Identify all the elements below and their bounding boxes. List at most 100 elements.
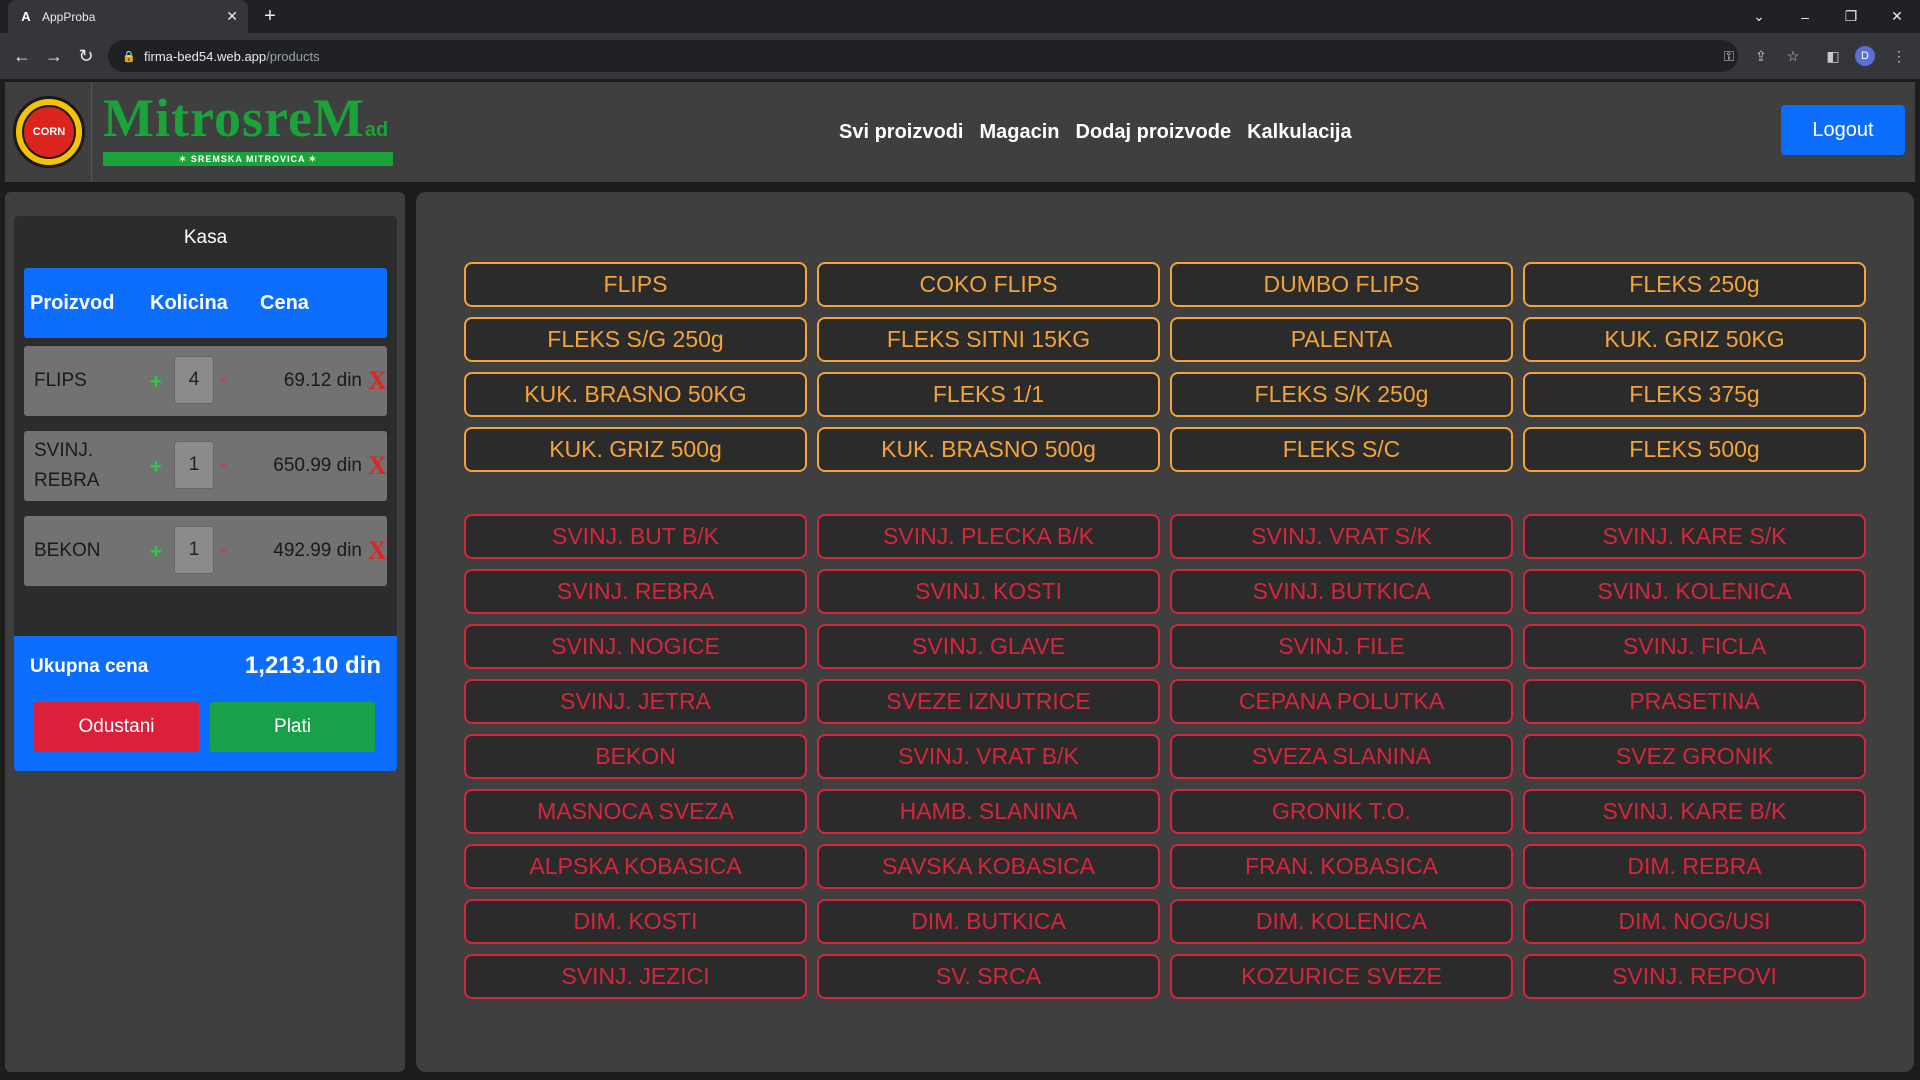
product-button[interactable]: MASNOCA SVEZA	[464, 789, 807, 834]
product-button[interactable]: SVINJ. PLECKA B/K	[817, 514, 1160, 559]
side-panel-icon[interactable]: ◧	[1822, 45, 1844, 67]
product-button[interactable]: KUK. GRIZ 500g	[464, 427, 807, 472]
product-button[interactable]: SV. SRCA	[817, 954, 1160, 999]
browser-menu-icon[interactable]: ⋮	[1888, 45, 1910, 67]
product-button[interactable]: KUK. BRASNO 50KG	[464, 372, 807, 417]
forward-icon[interactable]: →	[40, 42, 68, 70]
product-button[interactable]: SVINJ. KOLENICA	[1523, 569, 1866, 614]
product-button[interactable]: FLIPS	[464, 262, 807, 307]
product-button[interactable]: SVINJ. REPOVI	[1523, 954, 1866, 999]
decrease-qty-button[interactable]: -	[220, 454, 227, 477]
address-bar[interactable]: 🔒 firma-bed54.web.app /products	[108, 40, 1738, 72]
product-button[interactable]: SVINJ. KARE S/K	[1523, 514, 1866, 559]
minimize-icon[interactable]: –	[1782, 0, 1828, 33]
nav-magacin[interactable]: Magacin	[979, 121, 1059, 144]
product-button[interactable]: SVINJ. JETRA	[464, 679, 807, 724]
browser-tab[interactable]: A AppProba ✕	[8, 0, 248, 33]
cart-row: BEKON + 1 - 492.99 din X	[24, 516, 387, 586]
product-button[interactable]: SAVSKA KOBASICA	[817, 844, 1160, 889]
product-button[interactable]: KOZURICE SVEZE	[1170, 954, 1513, 999]
product-button[interactable]: KUK. GRIZ 50KG	[1523, 317, 1866, 362]
product-button[interactable]: SVINJ. JEZICI	[464, 954, 807, 999]
product-button[interactable]: PRASETINA	[1523, 679, 1866, 724]
product-button[interactable]: FLEKS S/C	[1170, 427, 1513, 472]
product-button[interactable]: COKO FLIPS	[817, 262, 1160, 307]
product-button[interactable]: GRONIK T.O.	[1170, 789, 1513, 834]
cart-item-price: 650.99 din	[273, 455, 362, 476]
product-button[interactable]: FLEKS S/K 250g	[1170, 372, 1513, 417]
product-button[interactable]: FLEKS 250g	[1523, 262, 1866, 307]
product-button[interactable]: BEKON	[464, 734, 807, 779]
product-button[interactable]: SVINJ. GLAVE	[817, 624, 1160, 669]
total-label: Ukupna cena	[30, 656, 149, 677]
cancel-button[interactable]: Odustani	[34, 702, 199, 752]
window-close-icon[interactable]: ✕	[1874, 0, 1920, 33]
key-icon[interactable]: ⚿	[1718, 45, 1740, 67]
product-button[interactable]: SVINJ. FILE	[1170, 624, 1513, 669]
logout-button[interactable]: Logout	[1781, 105, 1905, 155]
quantity-field[interactable]: 1	[174, 441, 214, 489]
nav-dodaj-proizvode[interactable]: Dodaj proizvode	[1076, 121, 1232, 144]
product-button[interactable]: FLEKS 500g	[1523, 427, 1866, 472]
product-button[interactable]: SVINJ. NOGICE	[464, 624, 807, 669]
tab-search-icon[interactable]: ⌄	[1736, 0, 1782, 33]
cart-item-price: 492.99 din	[273, 540, 362, 561]
product-button[interactable]: SVINJ. BUTKICA	[1170, 569, 1513, 614]
remove-item-button[interactable]: X	[368, 366, 387, 396]
product-button[interactable]: ALPSKA KOBASICA	[464, 844, 807, 889]
browser-tabbar: A AppProba ✕ + ⌄ – ❐ ✕	[0, 0, 1920, 33]
product-button[interactable]: CEPANA POLUTKA	[1170, 679, 1513, 724]
remove-item-button[interactable]: X	[368, 451, 387, 481]
product-button[interactable]: FLEKS SITNI 15KG	[817, 317, 1160, 362]
restore-icon[interactable]: ❐	[1828, 0, 1874, 33]
product-button[interactable]: KUK. BRASNO 500g	[817, 427, 1160, 472]
product-button[interactable]: DIM. KOLENICA	[1170, 899, 1513, 944]
product-button[interactable]: DIM. KOSTI	[464, 899, 807, 944]
share-icon[interactable]: ⇪	[1750, 45, 1772, 67]
quantity-field[interactable]: 4	[174, 356, 214, 404]
product-button[interactable]: SVEZA SLANINA	[1170, 734, 1513, 779]
pay-button[interactable]: Plati	[210, 702, 375, 752]
profile-avatar[interactable]: D	[1855, 46, 1875, 66]
kasa-table-header: Proizvod Kolicina Cena	[24, 268, 387, 338]
product-button[interactable]: SVEZE IZNUTRICE	[817, 679, 1160, 724]
product-button[interactable]: HAMB. SLANINA	[817, 789, 1160, 834]
column-proizvod: Proizvod	[30, 291, 115, 314]
remove-item-button[interactable]: X	[368, 536, 387, 566]
product-button[interactable]: SVINJ. REBRA	[464, 569, 807, 614]
product-button[interactable]: FLEKS 375g	[1523, 372, 1866, 417]
increase-qty-button[interactable]: +	[150, 541, 162, 564]
product-button[interactable]: SVEZ GRONIK	[1523, 734, 1866, 779]
bookmark-star-icon[interactable]: ☆	[1782, 45, 1804, 67]
product-button[interactable]: FRAN. KOBASICA	[1170, 844, 1513, 889]
product-button[interactable]: SVINJ. KOSTI	[817, 569, 1160, 614]
product-button[interactable]: FLEKS S/G 250g	[464, 317, 807, 362]
nav-svi-proizvodi[interactable]: Svi proizvodi	[839, 121, 963, 144]
decrease-qty-button[interactable]: -	[220, 369, 227, 392]
product-button[interactable]: SVINJ. FICLA	[1523, 624, 1866, 669]
product-button[interactable]: SVINJ. VRAT B/K	[817, 734, 1160, 779]
quantity-field[interactable]: 1	[174, 526, 214, 574]
new-tab-icon[interactable]: +	[258, 4, 282, 28]
brand-tagline: ✶ SREMSKA MITROVICA ✶	[103, 152, 393, 166]
product-button[interactable]: SVINJ. VRAT S/K	[1170, 514, 1513, 559]
decrease-qty-button[interactable]: -	[220, 539, 227, 562]
product-button[interactable]: SVINJ. KARE B/K	[1523, 789, 1866, 834]
product-button[interactable]: DUMBO FLIPS	[1170, 262, 1513, 307]
increase-qty-button[interactable]: +	[150, 371, 162, 394]
product-button[interactable]: DIM. REBRA	[1523, 844, 1866, 889]
cart-item-name: SVINJ. REBRA	[34, 440, 100, 491]
product-button[interactable]: FLEKS 1/1	[817, 372, 1160, 417]
cart-item-name: FLIPS	[34, 370, 87, 391]
nav-kalkulacija[interactable]: Kalkulacija	[1247, 121, 1352, 144]
product-button[interactable]: DIM. BUTKICA	[817, 899, 1160, 944]
increase-qty-button[interactable]: +	[150, 456, 162, 479]
tab-close-icon[interactable]: ✕	[226, 8, 238, 25]
product-button[interactable]: PALENTA	[1170, 317, 1513, 362]
back-icon[interactable]: ←	[8, 42, 36, 70]
products-panel: FLIPS COKO FLIPS DUMBO FLIPS FLEKS 250g FLEK…	[416, 192, 1914, 1072]
reload-icon[interactable]: ↻	[72, 42, 100, 70]
product-button[interactable]: DIM. NOG/USI	[1523, 899, 1866, 944]
product-button[interactable]: SVINJ. BUT B/K	[464, 514, 807, 559]
corn-logo-text: CORN	[22, 105, 76, 159]
